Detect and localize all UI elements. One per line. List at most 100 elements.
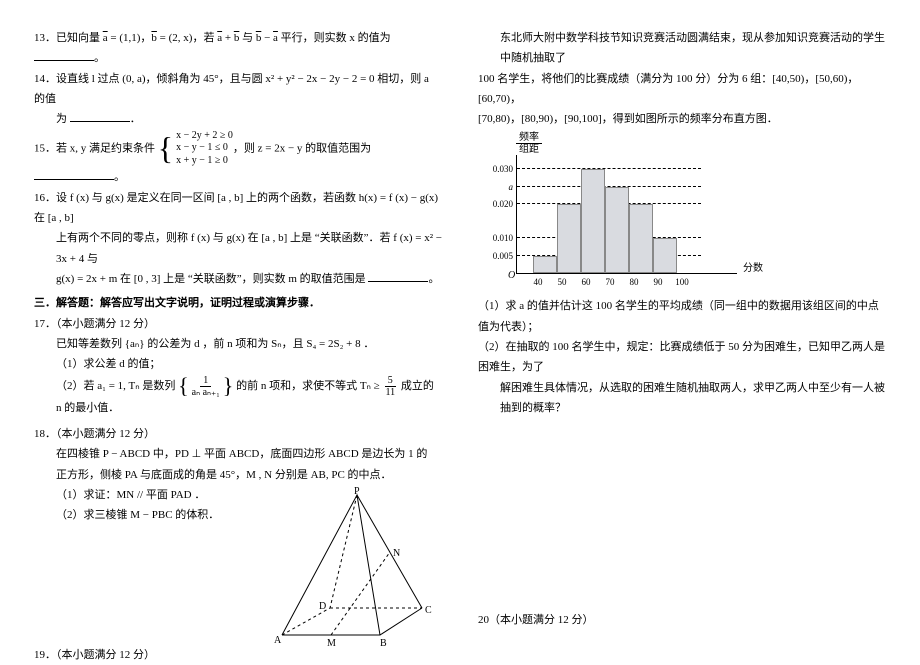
q18-head: （本小题满分 12 分） (56, 428, 155, 440)
q-number: 19． (34, 649, 56, 661)
t: 已知等差数列 (56, 338, 125, 350)
q-number: 17． (34, 318, 56, 330)
q-number: 18． (34, 428, 56, 440)
t: 为 (56, 113, 67, 125)
q14-f1: x² + y² − 2x − 2y − 2 = 0 (265, 73, 374, 85)
q18-l2: 正方形，侧棱 PA 与底面成的角是 45°，M , N 分别是 AB, PC 的… (34, 465, 442, 485)
den: 11 (382, 387, 398, 398)
q18-subparts: （1）求证：MN // 平面 PAD ． （2）求三棱锥 M − PBC 的体积… (56, 485, 264, 526)
t: 。 (114, 171, 125, 183)
q-number: 14． (34, 73, 56, 85)
q15-text: 若 x, y 满足约束条件 (56, 142, 155, 154)
section-3-title: 三．解答题：解答应写出文字说明，证明过程或演算步骤． (34, 293, 442, 313)
right-brace-icon: } (223, 375, 234, 397)
t: 的公差为 d ，前 n 项和为 Sₙ，且 S₄ = 2S₂ + 8 ． (145, 338, 375, 350)
t: ， (140, 32, 151, 44)
right-p1: （1）求 a 的值并估计这 100 名学生的平均成绩（同一组中的数据用该组区间的… (478, 296, 886, 337)
q18-p1: （1）求证：MN // 平面 PAD ． (56, 485, 264, 505)
label-B: B (380, 635, 387, 654)
q14: 14．设直线 l 过点 (0, a)，倾斜角为 45°，且与圆 x² + y² … (34, 69, 442, 130)
bars (533, 155, 677, 273)
exam-page: 13．已知向量 a = (1,1)，b = (2, x)，若 a + b 与 b… (0, 0, 920, 650)
left-column: 13．已知向量 a = (1,1)，b = (2, x)，若 a + b 与 b… (34, 28, 442, 665)
q17: 17．（本小题满分 12 分） 已知等差数列 {aₙ} 的公差为 d ，前 n … (34, 314, 442, 418)
q13-f1: a = (1,1) (103, 32, 141, 44)
two-columns: 13．已知向量 a = (1,1)，b = (2, x)，若 a + b 与 b… (34, 28, 886, 665)
bar-70-80 (605, 187, 629, 273)
pyramid-figure: P N D C A M B (272, 485, 442, 645)
label-C: C (425, 602, 432, 621)
q16-l3: g(x) = 2x + m 在 [0 , 3] 上是 “关联函数”，则实数 m … (56, 273, 366, 285)
right-column: 东北师大附中数学科技节知识竞赛活动圆满结束，现从参加知识竞赛活动的学生中随机抽取… (478, 28, 886, 665)
q15: 15．若 x, y 满足约束条件 { x − 2y + 2 ≥ 0 x − y … (34, 130, 442, 188)
y-ticks: 0.030 a 0.020 0.010 0.005 (483, 155, 513, 273)
x-axis-label: 分数 (743, 260, 763, 279)
bar-60-70 (581, 169, 605, 273)
q19-head: （本小题满分 12 分） (56, 649, 155, 661)
histogram: 频率组距 0.030 a 0.020 0.010 0.005 (516, 132, 746, 291)
q17-p2: （2）若 a₁ = 1, Tₙ 是数列 { 1aₙ aₙ₊₁ } 的前 n 项和… (34, 375, 442, 418)
label-A: A (274, 632, 281, 651)
xt: 70 (598, 274, 622, 291)
blank (70, 111, 130, 122)
q14-line2: 为 ． (34, 109, 442, 129)
q-number: 16． (34, 192, 56, 204)
den: aₙ aₙ₊₁ (189, 387, 223, 398)
label-N: N (393, 545, 400, 564)
q13-f3: a + b (217, 32, 239, 44)
d: 组距 (516, 144, 542, 155)
q16: 16．设 f (x) 与 g(x) 是定义在同一区间 [a , b] 上的两个函… (34, 188, 442, 290)
q20: 20（本小题满分 12 分） (478, 610, 594, 630)
q16-l2: 上有两个不同的零点，则称 f (x) 与 g(x) 在 [a , b] 上是 “… (34, 228, 442, 269)
five-elevenths: 511 (382, 375, 398, 398)
t: 与 (239, 32, 256, 44)
x-ticks: 40 50 60 70 80 90 100 (526, 274, 746, 291)
intro-l2: 100 名学生，将他们的比赛成绩（满分为 100 分）分为 6 组：[40,50… (478, 69, 886, 110)
xt: 60 (574, 274, 598, 291)
t: 。 (94, 52, 105, 64)
bar-50-60 (557, 204, 581, 273)
xt: 100 (670, 274, 694, 291)
y-axis-label: 频率组距 (516, 132, 746, 155)
q14-text: 设直线 l 过点 (0, a)，倾斜角为 45°，且与圆 (56, 73, 265, 85)
q16-l1: 设 f (x) 与 g(x) 是定义在同一区间 [a , b] 上的两个函数，若… (34, 192, 438, 224)
q18-body-figure: （1）求证：MN // 平面 PAD ． （2）求三棱锥 M − PBC 的体积… (34, 485, 442, 645)
q17-head: （本小题满分 12 分） (56, 318, 155, 330)
xt: 90 (646, 274, 670, 291)
t: ，若 (192, 32, 217, 44)
constraint-system: { x − 2y + 2 ≥ 0 x − y − 1 ≤ 0 x + y − 1… (158, 130, 233, 168)
intro-l3: [70,80)，[80,90)，[90,100]，得到如图所示的频率分布直方图． (478, 109, 886, 129)
intro-l1: 东北师大附中数学科技节知识竞赛活动圆满结束，现从参加知识竞赛活动的学生中随机抽取… (478, 28, 886, 69)
label-M: M (327, 635, 336, 654)
t: 。 (428, 273, 439, 285)
q17-p1: （1）求公差 d 的值； (34, 354, 442, 374)
bar-40-50 (533, 256, 557, 273)
t: ，则 z = 2x − y 的取值范围为 (233, 142, 371, 154)
row3: x + y − 1 ≥ 0 (176, 155, 233, 168)
label-P: P (354, 483, 360, 502)
blank (34, 169, 114, 180)
xt: 40 (526, 274, 550, 291)
freq-over-width: 频率组距 (516, 132, 542, 155)
q-number: 15． (34, 142, 56, 154)
left-brace-icon: { (158, 132, 173, 164)
xt: 50 (550, 274, 574, 291)
row2: x − y − 1 ≤ 0 (176, 142, 233, 155)
seq: {aₙ} (125, 338, 145, 350)
q13-f4: b − a (256, 32, 278, 44)
t: （2）若 a₁ = 1, Tₙ 是数列 (56, 380, 175, 392)
q13: 13．已知向量 a = (1,1)，b = (2, x)，若 a + b 与 b… (34, 28, 442, 69)
n: 频率 (516, 132, 542, 144)
origin-label: O (508, 267, 515, 286)
inner-fraction: 1aₙ aₙ₊₁ (189, 375, 223, 398)
right-p2b: 解困难生具体情况，从选取的困难生随机抽取两人，求甲乙两人中至少有一人被抽到的概率… (478, 378, 886, 419)
brace-rows: x − 2y + 2 ≥ 0 x − y − 1 ≤ 0 x + y − 1 ≥… (176, 130, 233, 168)
t: 平行，则实数 x 的值为 (278, 32, 391, 44)
q-number: 13． (34, 32, 56, 44)
q18-p2: （2）求三棱锥 M − PBC 的体积． (56, 505, 264, 525)
left-brace-icon: { (178, 375, 189, 397)
xt: 80 (622, 274, 646, 291)
num: 1 (200, 375, 211, 387)
q18-l1: 在四棱锥 P − ABCD 中，PD ⊥ 平面 ABCD，底面四边形 ABCD … (34, 444, 442, 464)
q17-l1: 已知等差数列 {aₙ} 的公差为 d ，前 n 项和为 Sₙ，且 S₄ = 2S… (34, 334, 442, 354)
